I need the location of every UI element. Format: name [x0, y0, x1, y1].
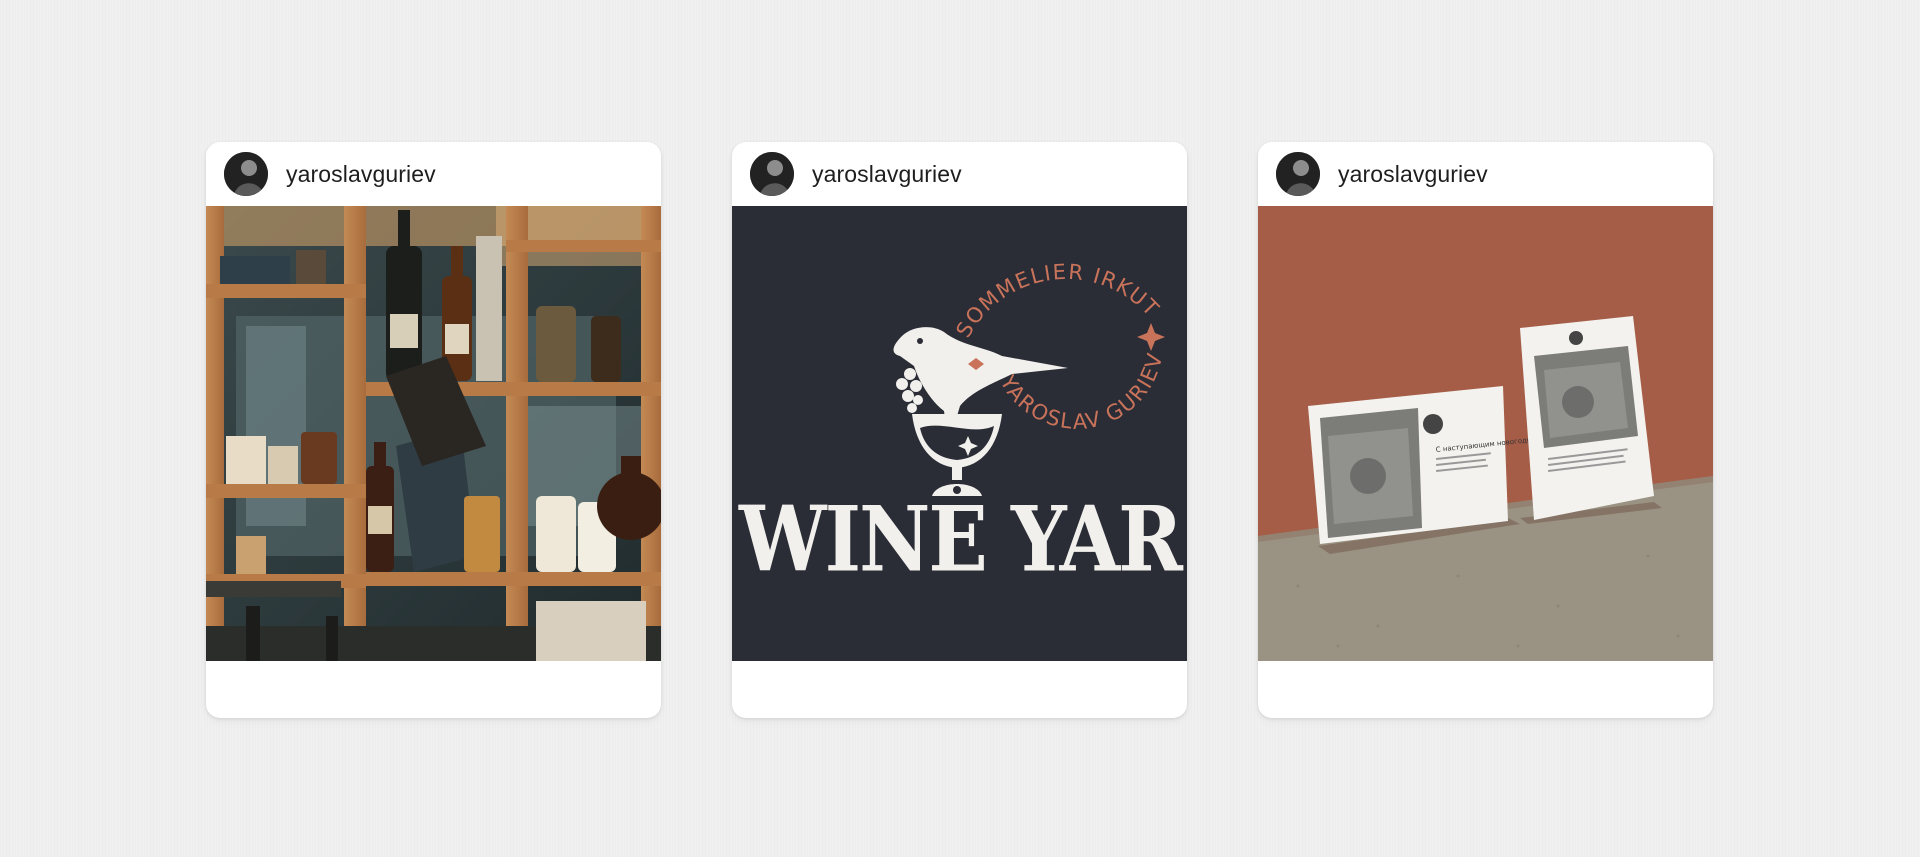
post-footer	[1258, 661, 1713, 718]
avatar[interactable]	[1276, 152, 1320, 196]
post-header: yaroslavguriev	[1258, 142, 1713, 206]
post-image[interactable]: SOMMELIER IRKUTSK YAROSLAV GURIEV	[732, 206, 1187, 661]
post-card: yaroslavguriev С наступающим новогодним …	[1258, 142, 1713, 718]
username[interactable]: yaroslavguriev	[286, 161, 436, 188]
avatar[interactable]	[224, 152, 268, 196]
avatar[interactable]	[750, 152, 794, 196]
post-card: yaroslavguriev SOMMELIER IRKUTSK YAROSLA…	[732, 142, 1187, 718]
post-card: yaroslavguriev	[206, 142, 661, 718]
username[interactable]: yaroslavguriev	[1338, 161, 1488, 188]
post-image[interactable]: С наступающим новогодним праздником!	[1258, 206, 1713, 661]
post-footer	[206, 661, 661, 718]
logo-wordmark: WINE YAR	[738, 486, 1184, 592]
post-footer	[732, 661, 1187, 718]
post-header: yaroslavguriev	[732, 142, 1187, 206]
post-header: yaroslavguriev	[206, 142, 661, 206]
post-image[interactable]	[206, 206, 661, 661]
username[interactable]: yaroslavguriev	[812, 161, 962, 188]
postcard-right	[1520, 316, 1654, 520]
